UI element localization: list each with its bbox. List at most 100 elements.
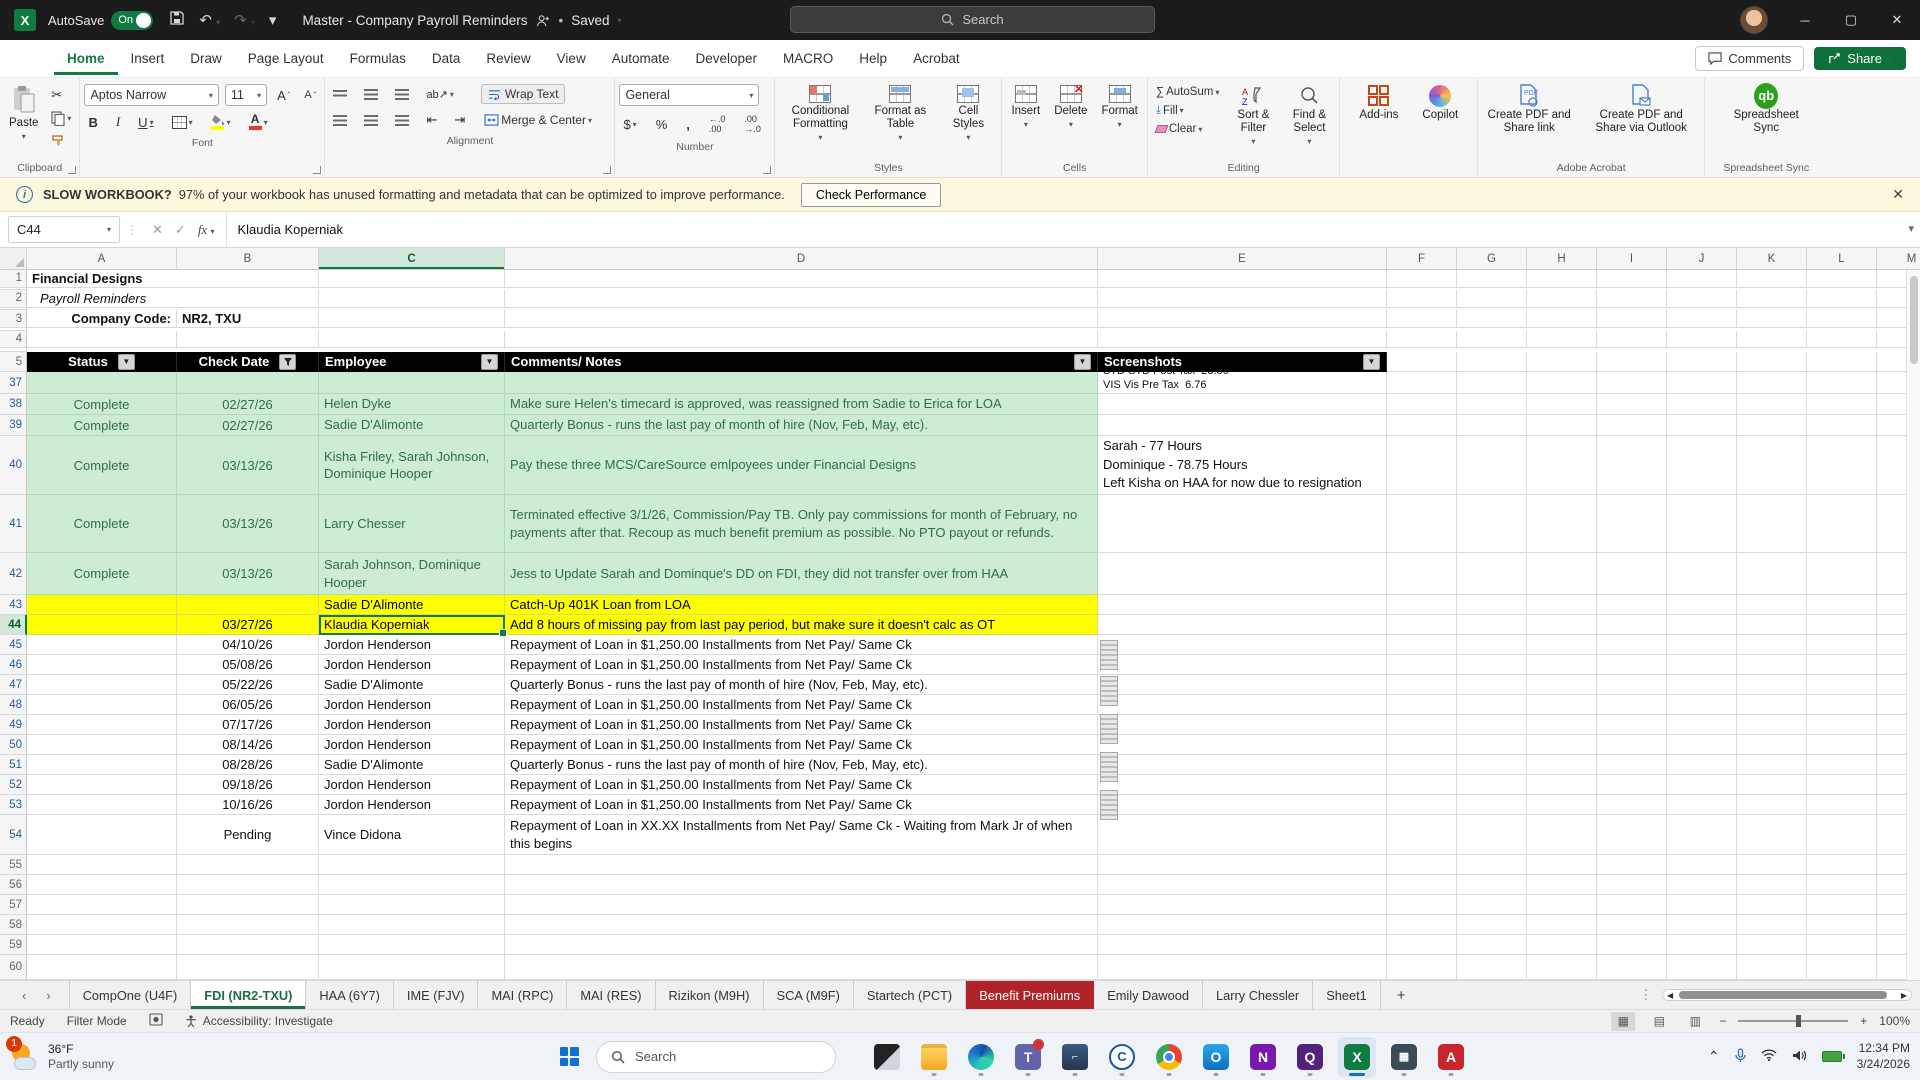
cell[interactable] (177, 270, 319, 288)
share-button[interactable]: Share ▾ (1814, 47, 1906, 70)
close-button[interactable]: ✕ (1874, 0, 1920, 40)
cell[interactable] (1597, 635, 1667, 655)
cell-D58-notes[interactable] (505, 915, 1098, 935)
insert-function-icon[interactable]: fx ▾ (198, 222, 215, 238)
cell-B54-check-date[interactable]: Pending (177, 815, 319, 855)
cell[interactable] (1527, 715, 1597, 735)
cell[interactable] (1098, 310, 1387, 328)
cell[interactable] (1457, 815, 1527, 855)
cell[interactable] (1667, 935, 1737, 955)
cell[interactable] (1098, 270, 1387, 288)
cell-C45-employee[interactable]: Jordon Henderson (319, 635, 505, 655)
cell-E53-screenshots[interactable] (1098, 795, 1387, 815)
tab-draw[interactable]: Draw (177, 42, 235, 75)
cell[interactable] (1597, 310, 1667, 328)
cell[interactable] (1807, 895, 1877, 915)
cell-A3[interactable]: Company Code: (27, 310, 177, 328)
cell-D38-notes[interactable]: Make sure Helen's timecard is approved, … (505, 394, 1098, 415)
horizontal-scrollbar-thumb[interactable] (1679, 991, 1887, 999)
cell[interactable] (1457, 775, 1527, 795)
create-pdf-outlook-button[interactable]: Create PDF and Share via Outlook (1582, 82, 1700, 138)
people-icon[interactable] (536, 14, 551, 27)
cell[interactable] (1457, 955, 1527, 980)
hscroll-right-icon[interactable]: ▶ (1901, 991, 1907, 1000)
excel-app-icon[interactable]: X (14, 9, 36, 31)
cell[interactable] (1527, 394, 1597, 415)
cell[interactable] (1527, 310, 1597, 328)
create-pdf-share-link-button[interactable]: PDF Create PDF and Share link (1482, 82, 1576, 138)
cell[interactable] (1457, 595, 1527, 615)
cell[interactable] (1387, 615, 1457, 635)
cell-A39-status[interactable]: Complete (27, 415, 177, 436)
cell-D45-notes[interactable]: Repayment of Loan in $1,250.00 Installme… (505, 635, 1098, 655)
sort-filter-button[interactable]: AZ Sort & Filter▾ (1227, 82, 1279, 150)
zoom-level[interactable]: 100% (1879, 1014, 1910, 1028)
cell[interactable] (1457, 495, 1527, 553)
cell[interactable] (1807, 595, 1877, 615)
clipboard-dialog-launcher-icon[interactable] (68, 166, 76, 174)
sheet-tab-fdi-nr2-txu-[interactable]: FDI (NR2-TXU) (191, 981, 306, 1009)
copilot-button[interactable]: Copilot (1417, 82, 1463, 125)
screenshot-thumbnail-53[interactable] (1100, 790, 1118, 820)
cell-B56-check-date[interactable] (177, 875, 319, 895)
cell[interactable] (1457, 715, 1527, 735)
cell-A43-status[interactable] (27, 595, 177, 615)
cell[interactable] (1737, 935, 1807, 955)
cell-D39-notes[interactable]: Quarterly Bonus - runs the last pay of m… (505, 415, 1098, 436)
cell-A40-status[interactable]: Complete (27, 436, 177, 495)
cell[interactable] (1457, 436, 1527, 495)
cell[interactable] (1387, 935, 1457, 955)
weather-widget[interactable]: 1 36°F Partly sunny (0, 1042, 200, 1072)
cell[interactable] (1667, 675, 1737, 695)
cell-D55-notes[interactable] (505, 855, 1098, 875)
cell[interactable] (1527, 755, 1597, 775)
format-as-table-button[interactable]: Format as Table▾ (865, 82, 935, 146)
cell[interactable] (1597, 695, 1667, 715)
align-right-button[interactable] (391, 113, 413, 128)
cell[interactable] (319, 310, 505, 328)
cell[interactable] (1667, 394, 1737, 415)
cell[interactable] (1667, 495, 1737, 553)
cell[interactable] (1597, 775, 1667, 795)
cell-B53-check-date[interactable]: 10/16/26 (177, 795, 319, 815)
cell-C46-employee[interactable]: Jordon Henderson (319, 655, 505, 675)
cell[interactable] (1457, 615, 1527, 635)
cell[interactable] (1737, 331, 1807, 348)
row-header-43[interactable]: 43 (0, 595, 27, 615)
cell[interactable] (1737, 270, 1807, 288)
cell[interactable] (1667, 415, 1737, 436)
cell[interactable] (1737, 352, 1807, 372)
cell[interactable] (1457, 795, 1527, 815)
sheet-tab-haa-6y7-[interactable]: HAA (6Y7) (306, 981, 393, 1009)
grow-font-button[interactable]: Aˆ (273, 86, 294, 105)
filter-dropdown-icon[interactable]: ▼ (481, 354, 498, 370)
cell-B51-check-date[interactable]: 08/28/26 (177, 755, 319, 775)
cell[interactable] (1387, 310, 1457, 328)
check-performance-button[interactable]: Check Performance (801, 183, 941, 207)
row-header-48[interactable]: 48 (0, 695, 27, 715)
screenshot-thumbnail-47-48[interactable] (1100, 676, 1118, 706)
cell[interactable] (1457, 310, 1527, 328)
cell[interactable] (1597, 436, 1667, 495)
cell-B44-check-date[interactable]: 03/27/26 (177, 615, 319, 635)
cell[interactable] (1667, 436, 1737, 495)
format-painter-button[interactable] (47, 132, 75, 150)
cell[interactable] (1387, 352, 1457, 372)
cell[interactable] (1807, 615, 1877, 635)
cell[interactable] (1387, 895, 1457, 915)
cell-D60-notes[interactable] (505, 955, 1098, 980)
cell[interactable] (1597, 715, 1667, 735)
cell-D56-notes[interactable] (505, 875, 1098, 895)
cell[interactable] (1387, 595, 1457, 615)
cell[interactable] (1667, 270, 1737, 288)
cell[interactable] (1737, 875, 1807, 895)
find-select-button[interactable]: Find & Select▾ (1283, 82, 1335, 150)
row-header-39[interactable]: 39 (0, 415, 27, 436)
copy-button[interactable]: ▾ (47, 109, 75, 128)
cell[interactable] (1667, 815, 1737, 855)
cell[interactable] (1597, 495, 1667, 553)
cell[interactable] (177, 331, 319, 348)
cell-E43-screenshots[interactable] (1098, 595, 1387, 615)
cell-E45-screenshots[interactable] (1098, 635, 1387, 655)
cell[interactable] (1667, 655, 1737, 675)
